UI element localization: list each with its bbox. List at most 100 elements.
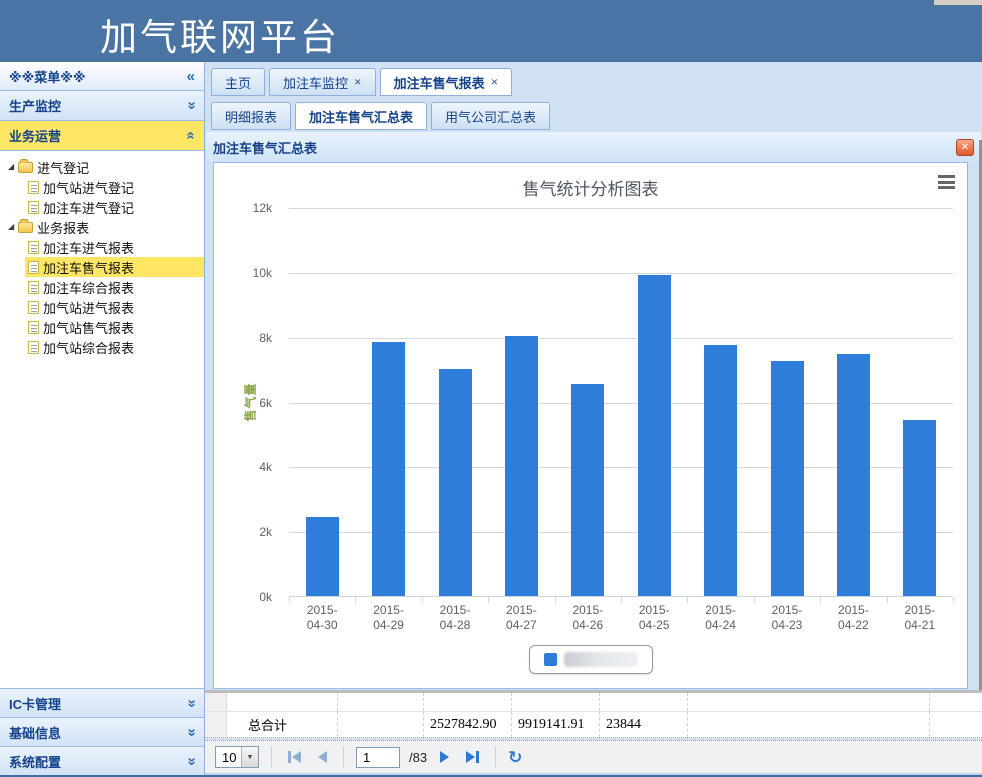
tree-label: 加注车售气报表 — [43, 258, 134, 277]
document-icon — [28, 241, 39, 254]
panel-close-button[interactable]: ✕ — [956, 139, 974, 156]
document-icon — [28, 201, 39, 214]
sidebar-section-production[interactable]: 生产监控 « — [0, 91, 204, 121]
tab-label: 主页 — [225, 73, 251, 92]
last-page-icon — [466, 751, 475, 763]
tree-item[interactable]: 加气站进气报表 — [25, 297, 204, 317]
first-page-button[interactable] — [284, 746, 305, 768]
bar[interactable] — [439, 369, 472, 596]
bar[interactable] — [306, 517, 339, 596]
document-icon — [28, 261, 39, 274]
document-icon — [28, 301, 39, 314]
x-tick-label: 2015-04-23 — [754, 603, 820, 633]
next-page-icon — [440, 751, 449, 763]
plot-area — [289, 208, 953, 597]
last-page-button[interactable] — [462, 746, 483, 768]
bar[interactable] — [505, 336, 538, 596]
close-icon[interactable]: ✕ — [491, 78, 499, 87]
tab-label: 加注车售气报表 — [394, 73, 485, 92]
tab-label: 明细报表 — [225, 107, 277, 126]
grid-empty-row — [205, 693, 982, 712]
tab-home[interactable]: 主页 — [211, 68, 265, 96]
tree-label: 加气站售气报表 — [43, 318, 134, 337]
dropdown-arrow-icon[interactable]: ▼ — [241, 747, 258, 767]
gridline — [289, 208, 953, 209]
tree-folder-intake[interactable]: ◢ 进气登记 — [0, 157, 204, 177]
refresh-button[interactable]: ↻ — [508, 749, 522, 766]
chevron-down-icon: « — [183, 757, 198, 765]
tab-truck-sales-report[interactable]: 加注车售气报表 ✕ — [380, 68, 513, 96]
tree-item[interactable]: 加气站售气报表 — [25, 317, 204, 337]
tree-item-selected[interactable]: 加注车售气报表 — [25, 257, 204, 277]
legend[interactable] — [529, 645, 653, 674]
page-input[interactable] — [356, 747, 400, 768]
summary-value-count: 23844 — [600, 712, 688, 737]
tree-label: 加注车综合报表 — [43, 278, 134, 297]
bar[interactable] — [837, 354, 870, 596]
section-label: 生产监控 — [9, 96, 61, 115]
summary-value-amount: 2527842.90 — [424, 712, 512, 737]
collapse-sidebar-icon[interactable]: « — [187, 69, 195, 84]
bar[interactable] — [571, 384, 604, 596]
bar[interactable] — [372, 342, 405, 596]
chevron-up-icon: « — [183, 131, 198, 139]
row-header-cell — [205, 712, 227, 737]
tree-item[interactable]: 加气站综合报表 — [25, 337, 204, 357]
x-tick-label: 2015-04-28 — [422, 603, 488, 633]
next-page-button[interactable] — [436, 746, 453, 768]
pagination-toolbar: 10 ▼ /83 ↻ — [205, 740, 982, 773]
tree-caret-icon[interactable]: ◢ — [8, 223, 14, 231]
tree-label: 加注车进气报表 — [43, 238, 134, 257]
tab-label: 加注车监控 — [283, 73, 348, 92]
bar[interactable] — [704, 345, 737, 596]
prev-page-button[interactable] — [314, 746, 331, 768]
chevron-down-icon: « — [183, 728, 198, 736]
tree-item[interactable]: 加注车进气登记 — [25, 197, 204, 217]
tree-label: 业务报表 — [37, 218, 89, 237]
bar[interactable] — [638, 275, 671, 596]
x-tick-label: 2015-04-22 — [820, 603, 886, 633]
tab-gas-company-summary[interactable]: 用气公司汇总表 — [431, 102, 550, 130]
y-tick-label: 8k — [259, 331, 272, 345]
tab-label: 加注车售气汇总表 — [309, 107, 413, 126]
sidebar-section-business[interactable]: 业务运营 « — [0, 121, 204, 151]
section-label: 业务运营 — [9, 126, 61, 145]
x-tick-label: 2015-04-29 — [356, 603, 422, 633]
tab-truck-sales-summary[interactable]: 加注车售气汇总表 — [295, 102, 427, 130]
x-tick-label: 2015-04-26 — [555, 603, 621, 633]
sidebar-menu-header: ※※菜单※※ « — [0, 62, 204, 91]
tree-label: 进气登记 — [37, 158, 89, 177]
tree-folder-reports[interactable]: ◢ 业务报表 — [0, 217, 204, 237]
tab-truck-monitor[interactable]: 加注车监控 ✕ — [269, 68, 376, 96]
menu-title: ※※菜单※※ — [9, 67, 86, 86]
legend-label-redacted — [564, 652, 638, 667]
bar[interactable] — [771, 361, 804, 596]
summary-value-volume: 9919141.91 — [512, 712, 600, 737]
document-icon — [28, 341, 39, 354]
tree-item[interactable]: 加气站进气登记 — [25, 177, 204, 197]
first-page-icon — [292, 751, 301, 763]
summary-label: 总合计 — [227, 712, 338, 737]
close-icon[interactable]: ✕ — [354, 78, 362, 87]
sidebar-section-ic-card[interactable]: IC卡管理 « — [0, 688, 204, 717]
separator — [271, 747, 272, 767]
tab-detail-report[interactable]: 明细报表 — [211, 102, 291, 130]
tab-row-secondary: 明细报表 加注车售气汇总表 用气公司汇总表 — [205, 96, 982, 130]
tree-caret-icon[interactable]: ◢ — [8, 163, 14, 171]
tree-item[interactable]: 加注车进气报表 — [25, 237, 204, 257]
page-size-select[interactable]: 10 ▼ — [215, 746, 259, 768]
sidebar-section-basic-info[interactable]: 基础信息 « — [0, 717, 204, 746]
page-size-value: 10 — [216, 750, 236, 765]
sidebar: ※※菜单※※ « 生产监控 « 业务运营 « ◢ 进气登记 加气站进气登记 加注… — [0, 62, 205, 777]
tab-row-primary: 主页 加注车监控 ✕ 加注车售气报表 ✕ — [205, 62, 982, 96]
chart-container: 售气统计分析图表 售气量 0k2k4k6k8k10k12k 2015-04-30… — [213, 162, 968, 689]
sidebar-section-system-config[interactable]: 系统配置 « — [0, 746, 204, 775]
chart-menu-button[interactable] — [938, 175, 955, 189]
bar[interactable] — [903, 420, 936, 596]
x-tick-label: 2015-04-25 — [621, 603, 687, 633]
chevron-down-icon: « — [183, 699, 198, 707]
prev-page-icon — [318, 751, 327, 763]
tree-item[interactable]: 加注车综合报表 — [25, 277, 204, 297]
x-tick-label: 2015-04-30 — [289, 603, 355, 633]
corner-artifact — [934, 0, 982, 5]
